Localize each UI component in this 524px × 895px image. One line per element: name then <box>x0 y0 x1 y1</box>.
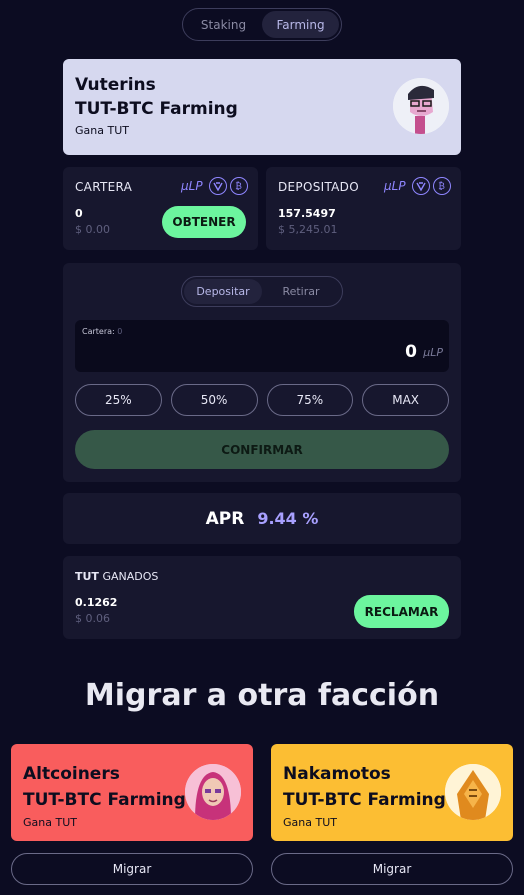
percent-50-button[interactable]: 50% <box>170 384 258 416</box>
migrate-button-nakamotos[interactable]: Migrar <box>271 853 513 885</box>
migrate-title: Migrar a otra facción <box>84 678 440 713</box>
apr-label: APR <box>205 508 245 529</box>
pool-header-card: Vuterins TUT-BTC Farming Gana TUT <box>63 59 461 155</box>
tab-farming[interactable]: Farming <box>262 11 339 38</box>
earned-card: TUT GANADOS 0.1262 $ 0.06 RECLAMAR <box>63 556 461 639</box>
deposit-form-card: Depositar Retirar Cartera: 0 0 µLP 25% 5… <box>63 263 461 482</box>
faction-name: Vuterins <box>75 75 156 95</box>
wallet-label: CARTERA <box>75 180 133 194</box>
faction-card-altcoiners[interactable]: Altcoiners TUT-BTC Farming Gana TUT <box>11 744 253 841</box>
altcoiners-avatar <box>185 764 241 820</box>
tab-withdraw[interactable]: Retirar <box>262 279 340 304</box>
percent-75-button[interactable]: 75% <box>266 384 354 416</box>
wallet-caption-value: 0 <box>117 327 123 336</box>
wallet-usd: $ 0.00 <box>75 223 110 236</box>
amount-input[interactable]: Cartera: 0 0 µLP <box>75 320 449 372</box>
earned-usd: $ 0.06 <box>75 612 110 625</box>
apr-value: 9.44 % <box>257 509 319 528</box>
amount-unit: µLP <box>423 346 443 359</box>
earned-token: TUT <box>75 570 99 583</box>
nakamotos-avatar <box>445 764 501 820</box>
lp-token-icons: µLP ₿ <box>384 177 451 195</box>
tab-staking[interactable]: Staking <box>185 11 262 38</box>
deposited-card: DEPOSITADO µLP ₿ 157.5497 $ 5,245.01 <box>266 167 461 250</box>
earned-amount: 0.1262 <box>75 596 118 609</box>
lp-token-icons: µLP ₿ <box>181 177 248 195</box>
earned-header: TUT GANADOS <box>75 570 158 583</box>
lp-unit: µLP <box>384 179 406 193</box>
btc-token-icon: ₿ <box>229 177 248 195</box>
wallet-card: CARTERA µLP ₿ 0 $ 0.00 OBTENER <box>63 167 258 250</box>
tab-deposit[interactable]: Depositar <box>184 279 262 304</box>
wallet-caption: Cartera: <box>82 327 115 336</box>
percent-max-button[interactable]: MAX <box>362 384 449 416</box>
deposited-usd: $ 5,245.01 <box>278 223 338 236</box>
percent-buttons: 25% 50% 75% MAX <box>75 384 449 416</box>
faction-card-nakamotos[interactable]: Nakamotos TUT-BTC Farming Gana TUT <box>271 744 513 841</box>
apr-card: APR 9.44 % <box>63 493 461 544</box>
tut-token-icon <box>411 177 430 195</box>
claim-button[interactable]: RECLAMAR <box>354 595 449 628</box>
lp-unit: µLP <box>181 179 203 193</box>
migrate-button-altcoiners[interactable]: Migrar <box>11 853 253 885</box>
amount-value[interactable]: 0 <box>405 342 417 362</box>
wallet-amount: 0 <box>75 207 83 220</box>
tut-token-icon <box>208 177 227 195</box>
pool-earn: Gana TUT <box>75 124 129 137</box>
earned-label: GANADOS <box>102 570 159 583</box>
get-lp-button[interactable]: OBTENER <box>162 206 246 238</box>
faction-avatar <box>393 78 449 134</box>
btc-token-icon: ₿ <box>432 177 451 195</box>
percent-25-button[interactable]: 25% <box>75 384 162 416</box>
mode-tabs: Staking Farming <box>182 8 342 41</box>
input-wallet-label: Cartera: 0 <box>82 327 122 336</box>
confirm-button[interactable]: CONFIRMAR <box>75 430 449 469</box>
deposited-label: DEPOSITADO <box>278 180 359 194</box>
deposit-withdraw-tabs: Depositar Retirar <box>181 276 343 307</box>
deposited-amount: 157.5497 <box>278 207 336 220</box>
